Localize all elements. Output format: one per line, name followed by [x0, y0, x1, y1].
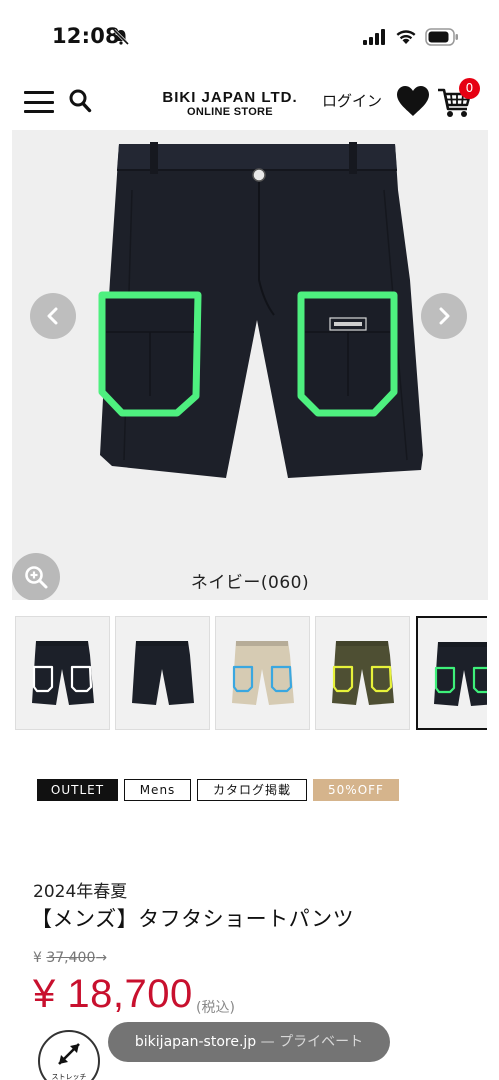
battery-icon: [425, 28, 458, 46]
bell-muted-icon: [112, 28, 130, 46]
url-bar[interactable]: bikijapan-store.jp — プライベート: [108, 1022, 390, 1062]
thumbnail-strip: [15, 615, 487, 731]
stretch-badge: ストレッチ: [38, 1030, 100, 1080]
site-header: BIKI JAPAN LTD. ONLINE STORE ログイン 0: [0, 72, 499, 130]
color-label: ネイビー(060): [190, 573, 310, 593]
status-time: 12:08: [52, 24, 120, 48]
brand-subtitle: ONLINE STORE: [187, 106, 273, 118]
carousel-next-button[interactable]: [421, 293, 467, 339]
wifi-icon: [396, 30, 416, 44]
menu-icon[interactable]: [24, 91, 54, 113]
url-domain: bikijapan-store.jp: [134, 1034, 257, 1050]
sale-price: ¥ 18,700: [33, 972, 193, 1017]
login-link[interactable]: ログイン: [322, 90, 382, 111]
thumbnail-shorts-image: [232, 641, 294, 705]
search-icon[interactable]: [68, 88, 92, 114]
tag-outlet[interactable]: OUTLET: [37, 779, 118, 801]
browsing-mode: — プライベート: [256, 1034, 364, 1050]
thumbnail-shorts-image: [434, 642, 487, 706]
stretch-label: ストレッチ: [51, 1073, 87, 1080]
original-price-prefix: ¥: [33, 950, 47, 966]
cart-count-badge: 0: [459, 78, 480, 99]
thumbnail-3[interactable]: [215, 616, 310, 730]
original-price: ¥ 37,400→: [33, 950, 107, 966]
heart-icon[interactable]: [395, 84, 431, 118]
tax-label: (税込): [196, 1000, 235, 1016]
original-price-arrow: →: [95, 950, 108, 966]
carousel-prev-button[interactable]: [30, 293, 76, 339]
chevron-left-icon: [47, 307, 58, 325]
thumbnail-1[interactable]: [15, 616, 110, 730]
brand-name: BIKI JAPAN LTD.: [162, 89, 298, 106]
status-bar: 12:08: [0, 0, 499, 72]
product-image-shorts: [98, 142, 423, 478]
signal-icon: [363, 29, 385, 45]
thumbnail-shorts-image: [332, 641, 394, 705]
thumbnail-5-selected[interactable]: [416, 616, 487, 730]
tag-catalog[interactable]: カタログ掲載: [197, 779, 307, 801]
brand-logo[interactable]: BIKI JAPAN LTD. ONLINE STORE: [150, 90, 310, 119]
thumbnail-2[interactable]: [115, 616, 210, 730]
tag-mens[interactable]: Mens: [124, 779, 191, 801]
chevron-right-icon: [439, 307, 450, 325]
sale-price-value: ¥ 18,700: [33, 972, 193, 1016]
product-title: 【メンズ】タフタショートパンツ: [31, 907, 355, 931]
thumbnail-4[interactable]: [315, 616, 410, 730]
stretch-arrows-icon: [58, 1043, 80, 1065]
tag-discount: 50%OFF: [313, 779, 399, 801]
thumbnail-shorts-image: [32, 641, 94, 705]
original-price-value: 37,400: [46, 950, 96, 966]
thumbnail-shorts-image: [132, 641, 194, 705]
product-image-carousel[interactable]: ネイビー(060): [12, 130, 488, 600]
product-season: 2024年春夏: [33, 882, 128, 902]
